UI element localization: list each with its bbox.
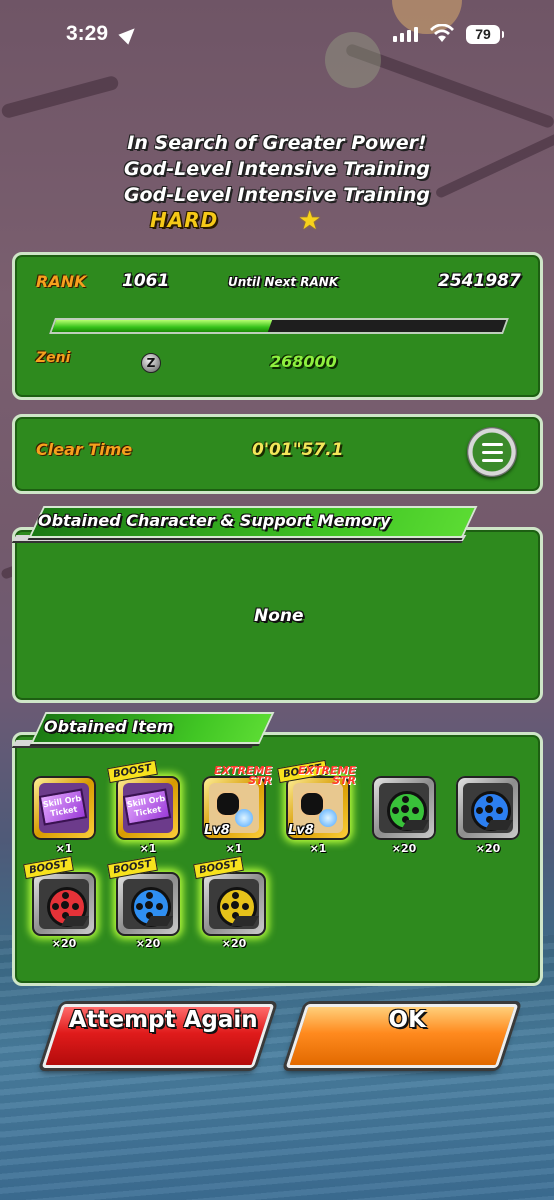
rank-value: 1061 (122, 271, 170, 291)
star-icon: ★ (298, 206, 322, 236)
zeni-label: Zeni (36, 350, 71, 366)
item-frame (209, 879, 259, 929)
status-time: 3:29 (66, 22, 109, 45)
ok-button[interactable]: OK (285, 1004, 519, 1068)
character-section-title: Obtained Character & Support Memory (38, 511, 391, 530)
stage-title-line-2: God-Level Intensive Training (123, 158, 431, 180)
film-tail (231, 916, 259, 926)
item-quantity: ×20 (391, 842, 417, 855)
item-frame (463, 783, 513, 833)
item-frame: Skill Orb Ticket (123, 783, 173, 833)
item-quantity: ×20 (51, 937, 77, 950)
ok-label: OK (388, 1007, 426, 1033)
attempt-again-button[interactable]: Attempt Again (41, 1004, 275, 1068)
film-tail (145, 916, 173, 926)
item-level: Lv8 (288, 823, 314, 838)
attempt-again-label: Attempt Again (68, 1007, 258, 1033)
until-next-rank-label: Until Next RANK (228, 275, 339, 289)
item-frame: Skill Orb Ticket (39, 783, 89, 833)
battery-icon: 79 (466, 25, 504, 44)
extreme-str-badge: EXTREME STR (298, 764, 356, 787)
item-quantity: ×1 (139, 842, 157, 855)
skill-orb-ticket-item[interactable]: Skill Orb Ticket (32, 776, 96, 840)
orb-icon (319, 809, 337, 827)
film-reel-item[interactable] (372, 776, 436, 840)
skill-orb-ticket-icon: Skill Orb Ticket (39, 788, 88, 826)
item-quantity: ×1 (55, 842, 73, 855)
branch-decoration (0, 74, 120, 120)
clear-time-label: Clear Time (36, 440, 133, 459)
zeni-value: 268000 (270, 352, 337, 371)
film-reel-item[interactable]: BOOST (23, 855, 96, 936)
details-list-button[interactable] (467, 427, 517, 477)
training-item[interactable]: BOOST EXTREME STR Lv8 (277, 759, 356, 840)
clear-time-value: 0'01"57.1 (252, 440, 344, 460)
film-tail (61, 916, 89, 926)
rank-progress-fill (51, 320, 273, 332)
film-reel-item[interactable] (456, 776, 520, 840)
film-tail (485, 820, 513, 830)
film-reel-item[interactable]: BOOST (193, 855, 266, 936)
extreme-str-badge: EXTREME STR (214, 764, 272, 787)
item-frame (379, 783, 429, 833)
wifi-icon (430, 24, 454, 42)
film-reel-item[interactable]: BOOST (107, 855, 180, 936)
until-next-rank-value: 2541987 (438, 271, 521, 291)
skill-orb-ticket-icon: Skill Orb Ticket (123, 788, 172, 826)
item-quantity: ×1 (225, 842, 243, 855)
item-quantity: ×20 (475, 842, 501, 855)
orb-icon (235, 809, 253, 827)
item-level: Lv8 (204, 823, 230, 838)
zeni-coin-icon: Z (141, 353, 161, 373)
character-empty-text: None (254, 606, 304, 626)
item-quantity: ×1 (309, 842, 327, 855)
training-item[interactable]: EXTREME STR Lv8 (202, 765, 272, 840)
stage-title-line-1: In Search of Greater Power! (127, 132, 427, 154)
cellular-signal-icon (393, 27, 418, 42)
item-quantity: ×20 (135, 937, 161, 950)
item-section-title: Obtained Item (44, 717, 174, 736)
location-arrow-icon (118, 23, 140, 45)
item-quantity: ×20 (221, 937, 247, 950)
film-tail (401, 820, 429, 830)
stage-title-line-3: God-Level Intensive Training (123, 184, 431, 206)
rank-label: RANK (36, 272, 87, 291)
status-bar: 3:29 79 (0, 0, 554, 70)
item-frame (39, 879, 89, 929)
rank-progress-bar (49, 318, 509, 334)
difficulty-label: HARD (150, 208, 219, 232)
item-frame (123, 879, 173, 929)
skill-orb-ticket-item[interactable]: Skill Orb Ticket BOOST (107, 759, 180, 840)
